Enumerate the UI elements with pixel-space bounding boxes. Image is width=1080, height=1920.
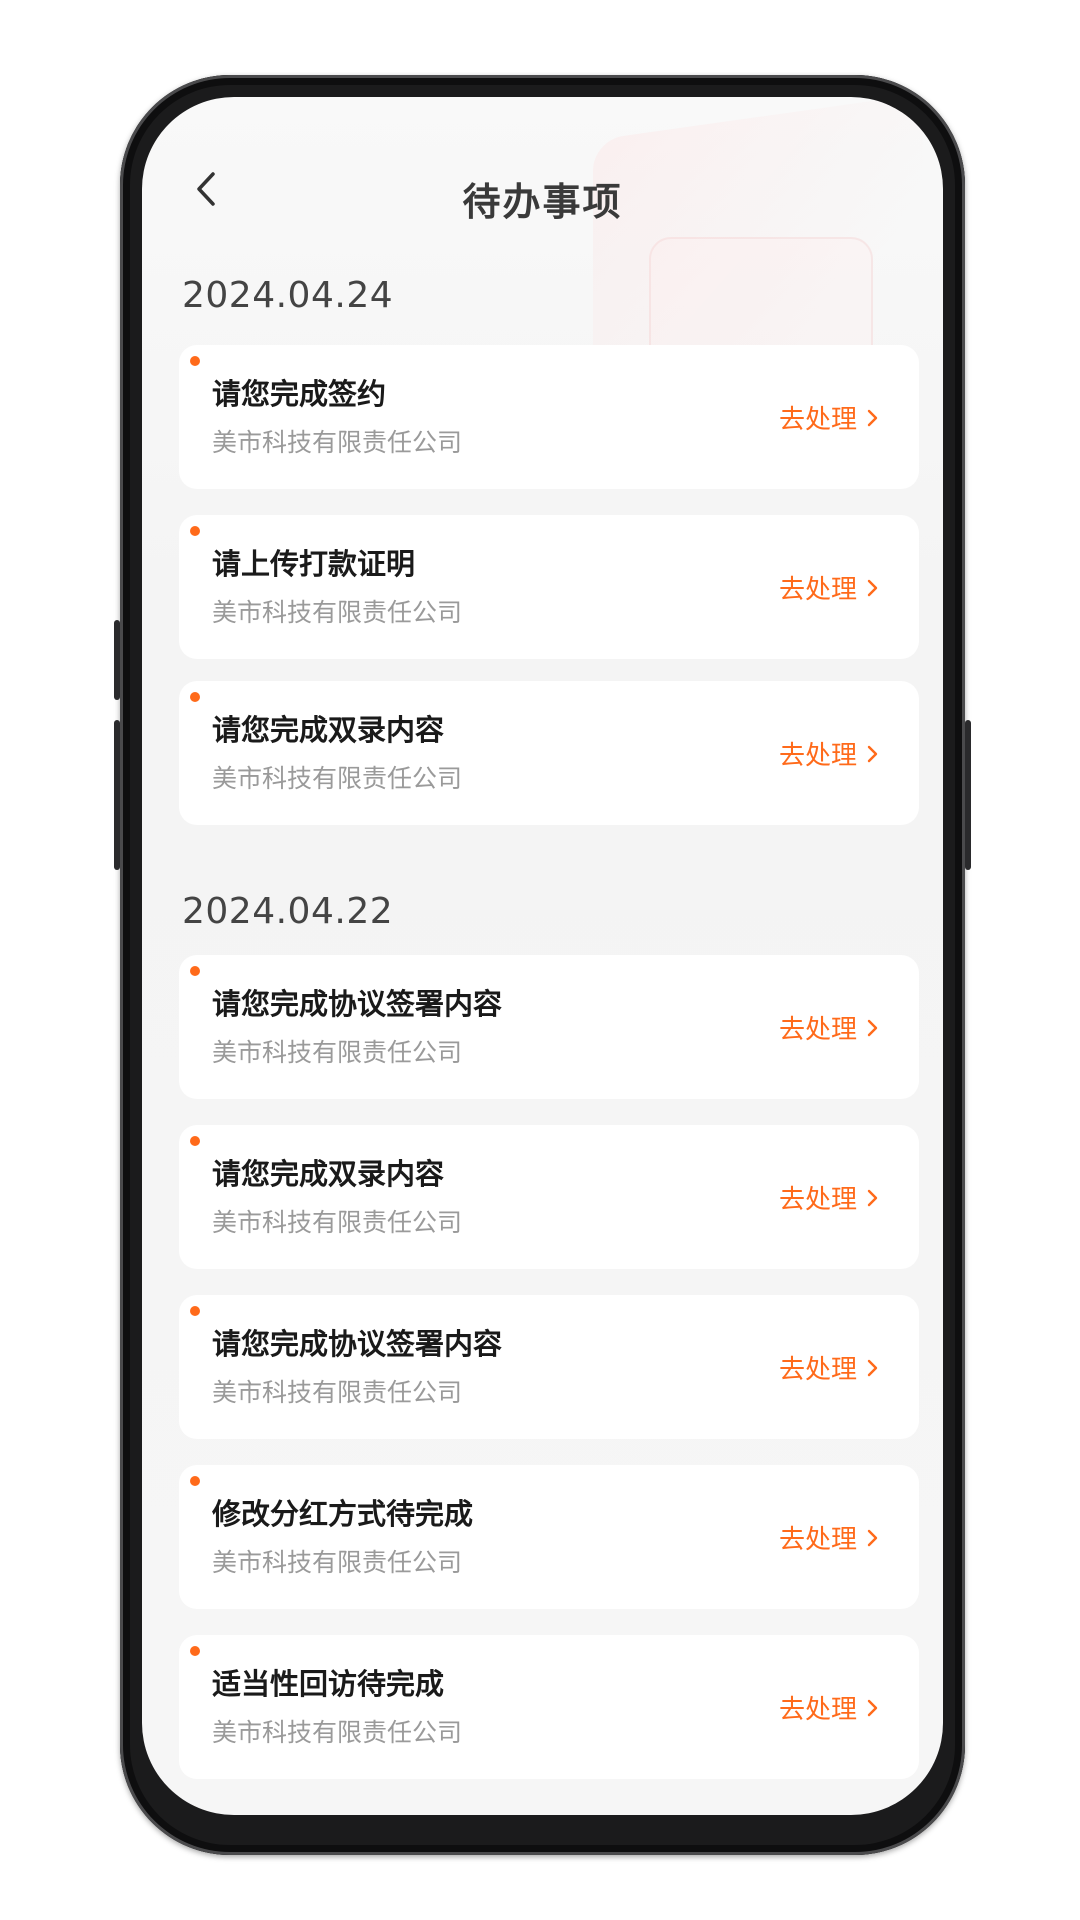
process-label: 去处理 [778,1185,857,1215]
group-date: 2024.04.24 [182,275,394,316]
chevron-right-icon [867,1699,878,1716]
unread-dot-icon [190,1646,200,1656]
process-button[interactable]: 去处理 [779,1519,881,1556]
todo-title: 请您完成双录内容 [212,1157,445,1191]
process-label: 去处理 [778,741,857,771]
process-label: 去处理 [778,1525,857,1555]
nav-bar: 待办事项 [142,157,943,227]
todo-company: 美市科技有限责任公司 [212,764,463,793]
todo-card[interactable]: 请您完成协议签署内容 美市科技有限责任公司 去处理 [179,1295,919,1439]
process-button[interactable]: 去处理 [779,1179,881,1216]
process-label: 去处理 [778,405,857,435]
todo-title: 请您完成签约 [212,377,387,411]
todo-card[interactable]: 请上传打款证明 美市科技有限责任公司 去处理 [179,515,919,659]
process-button[interactable]: 去处理 [779,735,881,772]
phone-side-button [114,720,120,870]
chevron-right-icon [867,409,878,426]
process-label: 去处理 [778,1355,857,1385]
unread-dot-icon [190,1136,200,1146]
process-button[interactable]: 去处理 [779,1349,881,1386]
unread-dot-icon [190,692,200,702]
todo-title: 请您完成协议签署内容 [212,1327,503,1361]
phone-side-button [114,620,120,700]
todo-company: 美市科技有限责任公司 [212,1038,463,1067]
todo-title: 请您完成双录内容 [212,713,445,747]
todo-company: 美市科技有限责任公司 [212,1208,463,1237]
todo-card[interactable]: 请您完成双录内容 美市科技有限责任公司 去处理 [179,1125,919,1269]
chevron-right-icon [867,1189,878,1206]
unread-dot-icon [190,966,200,976]
todo-card[interactable]: 请您完成签约 美市科技有限责任公司 去处理 [179,345,919,489]
todo-title: 请上传打款证明 [212,547,416,581]
todo-company: 美市科技有限责任公司 [212,598,463,627]
process-button[interactable]: 去处理 [779,1009,881,1046]
unread-dot-icon [190,1476,200,1486]
unread-dot-icon [190,1306,200,1316]
todo-company: 美市科技有限责任公司 [212,1378,463,1407]
app-screen: 待办事项 2024.04.24 请您完成签约 美市科技有限责任公司 去处理 请上… [142,97,943,1815]
process-button[interactable]: 去处理 [779,399,881,436]
todo-card[interactable]: 请您完成双录内容 美市科技有限责任公司 去处理 [179,681,919,825]
process-label: 去处理 [778,1695,857,1725]
unread-dot-icon [190,526,200,536]
page-title: 待办事项 [462,180,623,224]
process-label: 去处理 [778,1015,857,1045]
process-button[interactable]: 去处理 [779,569,881,606]
chevron-right-icon [867,745,878,762]
phone-side-button [965,720,971,870]
todo-title: 请您完成协议签署内容 [212,987,503,1021]
todo-company: 美市科技有限责任公司 [212,1548,463,1577]
todo-company: 美市科技有限责任公司 [212,1718,463,1747]
process-button[interactable]: 去处理 [779,1689,881,1726]
chevron-right-icon [867,1529,878,1546]
process-label: 去处理 [778,575,857,605]
chevron-right-icon [867,1359,878,1376]
todo-card[interactable]: 修改分红方式待完成 美市科技有限责任公司 去处理 [179,1465,919,1609]
chevron-right-icon [867,1019,878,1036]
todo-title: 修改分红方式待完成 [212,1497,474,1531]
group-date: 2024.04.22 [182,891,394,932]
unread-dot-icon [190,356,200,366]
todo-card[interactable]: 请您完成协议签署内容 美市科技有限责任公司 去处理 [179,955,919,1099]
chevron-right-icon [867,579,878,596]
todo-card[interactable]: 适当性回访待完成 美市科技有限责任公司 去处理 [179,1635,919,1779]
todo-company: 美市科技有限责任公司 [212,428,463,457]
todo-title: 适当性回访待完成 [212,1667,445,1701]
